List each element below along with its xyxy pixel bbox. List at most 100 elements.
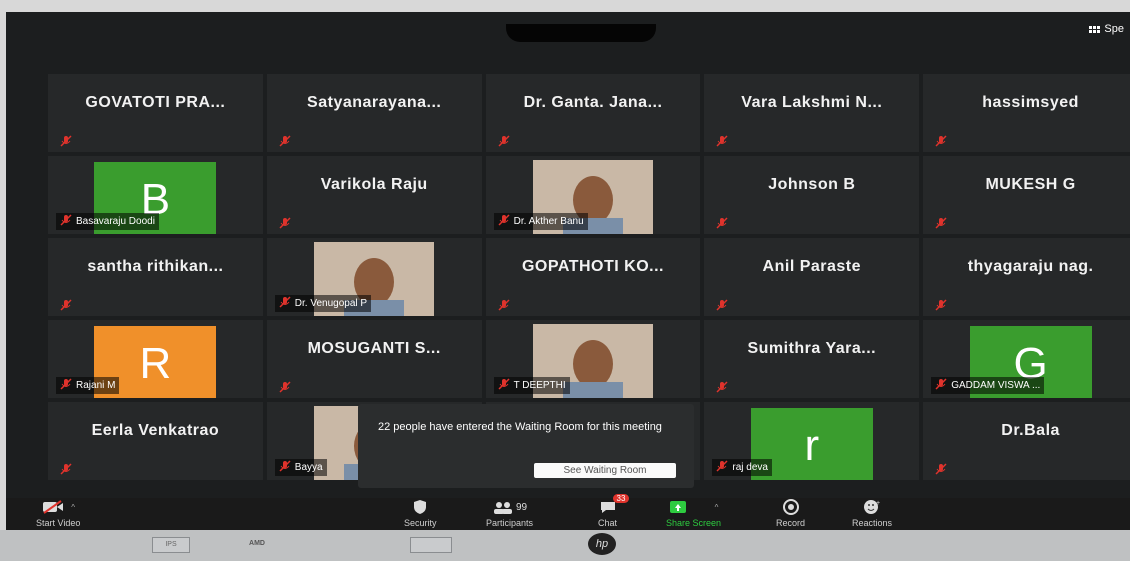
meeting-toolbar: ^ Start Video Security 99 Participants 3… [6,494,1130,530]
participant-row: B Basavaraju Doodi Varikola Raju Dr. Akther… [48,156,1130,234]
muted-mic-icon [498,298,510,311]
participant-tile[interactable]: MUKESH G [923,156,1130,234]
reactions-label: Reactions [852,518,893,528]
muted-mic-icon [279,296,291,311]
participant-tile[interactable]: T DEEPTHI [485,320,701,398]
participant-label: Basavaraju Doodi [56,213,159,230]
participant-tile[interactable]: Dr. Ganta. Jana... [485,74,701,152]
participant-tile[interactable]: Varikola Raju [266,156,482,234]
participant-tile[interactable]: thyagaraju nag. [923,238,1130,316]
grid-view-icon [1089,25,1101,33]
participant-tile[interactable]: B Basavaraju Doodi [48,156,263,234]
hp-logo: hp [588,533,616,555]
participant-name: hassimsyed [982,94,1079,111]
bezel-item-ips: IPS [152,537,190,553]
muted-mic-icon [279,380,291,393]
participant-tile[interactable]: Dr. Venugopal P [266,238,482,316]
participant-tile[interactable]: santha rithikan... [48,238,263,316]
view-toggle-button[interactable]: Spe [1089,23,1124,35]
participant-tile[interactable]: MOSUGANTI S... [266,320,482,398]
share-screen-label: Share Screen [666,518,722,528]
muted-mic-icon [279,216,291,229]
muted-mic-icon [60,134,72,147]
muted-mic-icon [716,134,728,147]
start-video-button[interactable]: ^ Start Video [36,498,80,528]
participant-tile[interactable]: G GADDAM VISWA ... [923,320,1130,398]
muted-mic-icon [60,214,72,229]
muted-mic-icon [935,134,947,147]
muted-mic-icon [716,298,728,311]
participant-name: Satyanarayana... [307,94,442,111]
participants-count: 99 [515,501,528,513]
participant-label: GADDAM VISWA ... [931,377,1045,394]
share-screen-button[interactable]: ^ Share Screen [666,498,721,528]
participant-tile[interactable]: Vara Lakshmi N... [704,74,920,152]
participants-button[interactable]: 99 Participants [486,498,533,529]
muted-mic-icon [935,378,947,393]
zoom-screen: Spe GOVATOTI PRA... Satyanarayana... Dr. G… [6,12,1130,530]
participant-tile[interactable]: R Rajani M [48,320,263,398]
participant-name: Anil Paraste [762,258,862,275]
participant-tile[interactable]: GOVATOTI PRA... [48,74,263,152]
participant-name: Johnson B [768,176,856,193]
muted-mic-icon [935,298,947,311]
participant-tile[interactable]: Dr.Bala [923,402,1130,480]
record-button[interactable]: Record [776,498,805,528]
participant-name: raj deva [732,462,768,473]
participant-label: Rajani M [56,377,120,394]
participant-label: Dr. Venugopal P [274,295,372,312]
participant-label: raj deva [712,459,772,476]
participant-label: Bayya [274,459,327,476]
muted-mic-icon [716,460,728,475]
participant-tile[interactable]: Anil Paraste [704,238,920,316]
participant-name: T DEEPTHI [513,380,566,391]
participant-tile[interactable]: Dr. Akther Banu [485,156,701,234]
participant-name: Vara Lakshmi N... [741,94,883,111]
reactions-button[interactable]: + Reactions [852,498,892,528]
muted-mic-icon [935,216,947,229]
participant-name: Dr. Venugopal P [294,298,368,309]
record-label: Record [776,518,806,528]
bezel-item-amd: AMD [249,540,265,547]
chat-button[interactable]: 33 Chat [598,494,630,528]
video-off-icon: ^ [41,498,75,516]
muted-mic-icon [716,380,728,393]
record-icon [782,498,799,516]
muted-mic-icon [498,134,510,147]
smiley-icon: + [863,498,881,516]
svg-text:+: + [876,500,880,507]
participant-label: T DEEPTHI [493,377,570,394]
participant-tile[interactable]: GOPATHOTI KO... [485,238,701,316]
security-button[interactable]: Security [404,498,437,528]
chat-label: Chat [598,518,618,528]
muted-mic-icon [279,134,291,147]
monitor-bezel: IPS AMD hp [0,530,1130,561]
muted-mic-icon [498,214,510,229]
participant-name: Sumithra Yara... [747,340,877,357]
participant-name: Dr. Ganta. Jana... [523,94,663,111]
participant-name: Dr. Akther Banu [513,216,584,227]
participant-tile[interactable]: hassimsyed [923,74,1130,152]
participant-name: Varikola Raju [320,176,428,193]
security-label: Security [404,518,437,528]
participant-name: GOVATOTI PRA... [85,94,226,111]
participant-name: GADDAM VISWA ... [951,380,1041,391]
share-screen-icon: ^ [669,498,718,516]
participant-name: MOSUGANTI S... [307,340,441,357]
chat-icon: 33 [599,494,630,516]
participant-tile[interactable]: Johnson B [704,156,920,234]
participant-name: thyagaraju nag. [967,258,1094,275]
participant-tile[interactable]: Sumithra Yara... [704,320,920,398]
chat-badge: 33 [612,494,630,503]
participant-name: Rajani M [76,380,116,391]
participant-tile[interactable]: Eerla Venkatrao [48,402,263,480]
waiting-room-notification: 22 people have entered the Waiting Room … [358,404,694,488]
participant-tile[interactable]: r raj deva [704,402,920,480]
muted-mic-icon [935,462,947,475]
participant-tile[interactable]: Satyanarayana... [266,74,482,152]
participant-name: MUKESH G [985,176,1076,193]
see-waiting-room-button[interactable]: See Waiting Room [534,463,676,478]
participant-label: Dr. Akther Banu [493,213,588,230]
participants-icon: 99 [492,498,527,516]
waiting-room-message: 22 people have entered the Waiting Room … [378,421,662,433]
